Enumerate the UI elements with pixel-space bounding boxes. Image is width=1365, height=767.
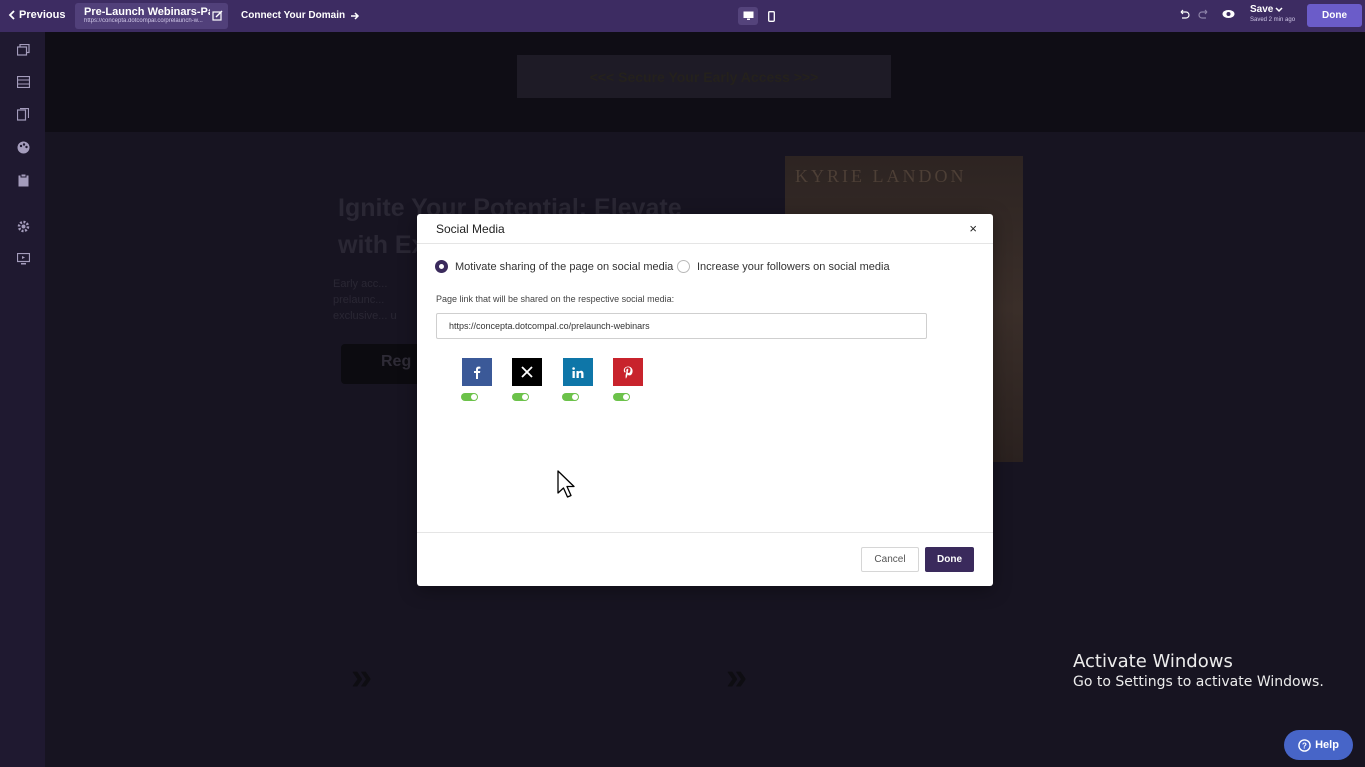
redo-button[interactable] [1198,8,1210,20]
undo-button[interactable] [1178,8,1190,20]
option-followers-label: Increase your followers on social media [697,260,890,273]
watermark-subtitle: Go to Settings to activate Windows. [1073,674,1324,690]
facebook-button[interactable] [462,358,492,386]
previous-button[interactable]: Previous [8,9,65,21]
top-toolbar: Previous Pre-Launch Webinars-Pag... http… [0,0,1365,32]
dialog-header: Social Media × [417,214,993,244]
x-icon [521,366,533,378]
eye-icon [1222,10,1235,18]
connect-domain-label: Connect Your Domain [241,10,346,21]
preview-button[interactable] [1222,9,1235,19]
mobile-icon [767,10,775,22]
edit-icon[interactable] [212,10,223,21]
svg-text:?: ? [1302,741,1307,750]
chevron-right-icon: » [726,656,748,698]
undo-icon [1180,9,1190,19]
pages-icon[interactable] [15,42,31,58]
left-sidebar [0,32,45,767]
dialog-title: Social Media [436,221,505,236]
connect-domain-button[interactable]: Connect Your Domain [241,10,360,21]
linkedin-toggle[interactable] [562,393,579,401]
chevron-left-icon [8,10,15,20]
watermark-title: Activate Windows [1073,651,1233,672]
preview-icon[interactable] [15,251,31,267]
clipboard-icon[interactable] [15,172,31,188]
hero-banner: <<< Secure Your Early Access >>> [45,32,1365,132]
close-icon[interactable]: × [969,221,977,236]
mouse-cursor-icon [557,470,575,498]
desktop-icon [743,11,753,20]
radio-share[interactable] [435,260,448,273]
arrow-right-icon [351,11,360,20]
dialog-done-button[interactable]: Done [925,547,974,572]
help-button[interactable]: ? Help [1284,730,1353,760]
save-dropdown[interactable]: Save Saved 2 min ago [1250,4,1295,23]
theme-icon[interactable] [15,139,31,155]
facebook-toggle[interactable] [461,393,478,401]
help-label: Help [1315,739,1339,751]
x-toggle[interactable] [512,393,529,401]
mobile-view-button[interactable] [761,7,781,25]
share-link-input[interactable]: https://concepta.dotcompal.co/prelaunch-… [436,313,927,339]
chevron-down-icon [1275,6,1283,12]
page-tab[interactable]: Pre-Launch Webinars-Pag... https://conce… [75,3,228,29]
social-media-dialog: Social Media × Motivate sharing of the p… [417,214,993,586]
dialog-footer: Cancel Done [417,532,993,586]
previous-label: Previous [19,9,66,21]
chevron-right-icon: » [351,656,373,698]
desktop-view-button[interactable] [738,7,758,25]
background-paragraph: Early acc... prelaunc... exclusive... u [333,278,397,322]
windows-activation-watermark: Activate Windows Go to Settings to activ… [1073,651,1324,690]
done-button[interactable]: Done [1307,4,1362,27]
sections-icon[interactable] [15,74,31,90]
settings-icon[interactable] [15,218,31,234]
save-status: Saved 2 min ago [1250,17,1296,23]
radio-followers[interactable] [677,260,690,273]
option-share-label: Motivate sharing of the page on social m… [455,260,674,273]
linkedin-icon [572,366,584,378]
option-followers[interactable]: Increase your followers on social media [677,260,890,273]
pinterest-button[interactable] [613,358,643,386]
link-label: Page link that will be shared on the res… [436,294,675,304]
page-tab-url: https://concepta.dotcompal.co/prelaunch-… [84,18,203,24]
cta-strip: <<< Secure Your Early Access >>> [517,55,891,98]
linkedin-button[interactable] [563,358,593,386]
page-tab-title: Pre-Launch Webinars-Pag... [84,6,210,18]
pinterest-toggle[interactable] [613,393,630,401]
question-icon: ? [1298,738,1311,752]
templates-icon[interactable] [15,106,31,122]
x-button[interactable] [512,358,542,386]
save-label: Save [1250,4,1274,15]
pinterest-icon [623,366,633,378]
option-share[interactable]: Motivate sharing of the page on social m… [435,260,673,273]
facebook-icon [474,366,481,379]
redo-icon [1198,9,1208,19]
book-image-title: KYRIE LANDON [795,166,967,186]
cancel-button[interactable]: Cancel [861,547,919,572]
